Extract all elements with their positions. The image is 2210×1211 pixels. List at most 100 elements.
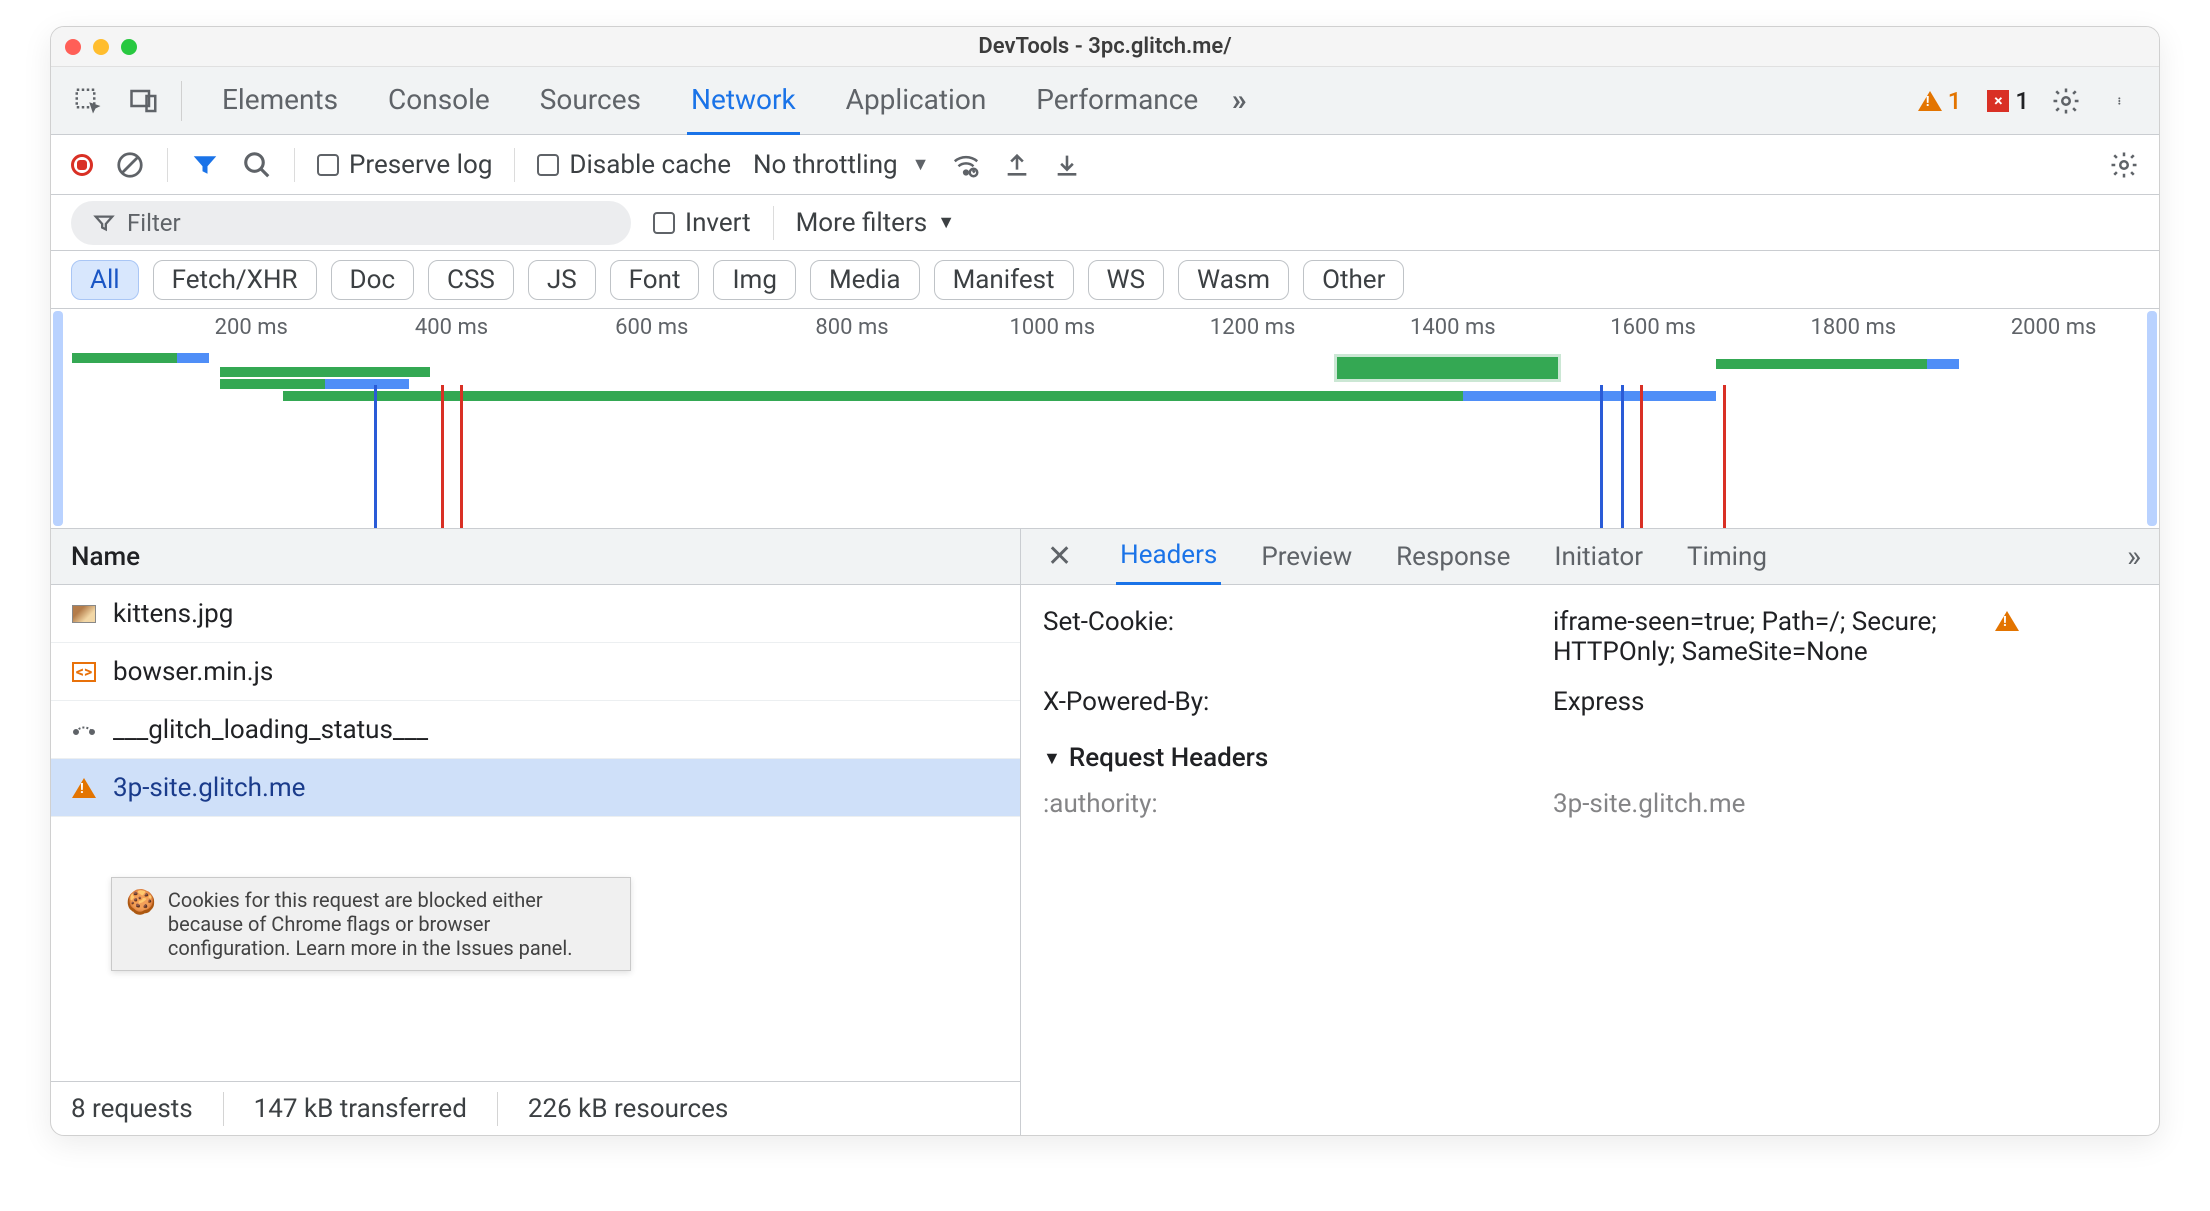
timeline-lanes [51,347,2159,528]
request-row[interactable]: kittens.jpg [51,585,1020,643]
warnings-badge[interactable]: 1 [1918,87,1962,115]
image-file-icon [71,601,97,627]
warning-icon [1995,611,2019,631]
details-tabs: ✕ Headers Preview Response Initiator Tim… [1021,529,2159,585]
type-css[interactable]: CSS [428,260,514,300]
tab-network[interactable]: Network [687,67,800,135]
warning-icon [1918,91,1942,111]
type-font[interactable]: Font [610,260,700,300]
record-button[interactable] [71,154,93,176]
header-value: iframe-seen=true; Path=/; Secure; HTTPOn… [1553,607,2019,667]
clear-button[interactable] [115,150,145,180]
search-icon[interactable] [242,150,272,180]
more-tabs-icon[interactable]: » [1220,82,1258,120]
preserve-log-label: Preserve log [349,150,492,180]
inspect-element-icon[interactable] [69,82,107,120]
more-details-tabs-icon[interactable]: » [2127,539,2141,574]
disclosure-triangle-icon: ▼ [1043,748,1061,769]
type-img[interactable]: Img [713,260,795,300]
request-list-header[interactable]: Name [51,529,1020,585]
type-ws[interactable]: WS [1088,260,1165,300]
download-har-icon[interactable] [1053,151,1081,179]
filter-row: Filter Invert More filters ▼ [51,195,2159,251]
request-name: 3p-site.glitch.me [113,773,305,803]
panel-tabs: Elements Console Sources Network Applica… [218,67,1202,135]
type-manifest[interactable]: Manifest [934,260,1074,300]
filter-icon [93,212,115,234]
cookie-icon: 🍪 [126,888,156,916]
type-wasm[interactable]: Wasm [1178,260,1289,300]
devtools-window: DevTools - 3pc.glitch.me/ Elements Conso… [50,26,2160,1136]
error-icon: × [1987,90,2009,112]
chevron-down-icon: ▼ [937,212,955,233]
settings-icon[interactable] [2047,82,2085,120]
tab-elements[interactable]: Elements [218,67,342,135]
header-row: X-Powered-By: Express [1043,677,2137,727]
filter-toggle-icon[interactable] [190,150,220,180]
type-fetch-xhr[interactable]: Fetch/XHR [153,260,317,300]
header-name: :authority: [1043,789,1513,819]
header-row: :authority: 3p-site.glitch.me [1043,779,2137,829]
kebab-menu-icon[interactable] [2103,82,2141,120]
maximize-window-button[interactable] [121,39,137,55]
type-media[interactable]: Media [810,260,920,300]
header-name: X-Powered-By: [1043,687,1513,717]
details-tab-headers[interactable]: Headers [1116,528,1221,585]
type-doc[interactable]: Doc [331,260,415,300]
summary-transferred: 147 kB transferred [254,1094,467,1124]
window-controls [65,39,137,55]
tooltip-text: Cookies for this request are blocked eit… [168,888,616,960]
request-list-panel: Name kittens.jpg <> bowser.min.js ___gli… [51,529,1021,1135]
upload-har-icon[interactable] [1003,151,1031,179]
network-toolbar: Preserve log Disable cache No throttling… [51,135,2159,195]
header-name: Set-Cookie: [1043,607,1513,667]
device-toolbar-icon[interactable] [125,82,163,120]
filter-placeholder: Filter [127,209,181,237]
throttling-value: No throttling [753,150,898,180]
tab-application[interactable]: Application [842,67,991,135]
minimize-window-button[interactable] [93,39,109,55]
websocket-icon [71,717,97,743]
tab-console[interactable]: Console [384,67,494,135]
request-summary: 8 requests 147 kB transferred 226 kB res… [51,1081,1020,1135]
header-value: 3p-site.glitch.me [1553,789,1745,819]
disable-cache-checkbox[interactable]: Disable cache [537,150,731,180]
close-details-icon[interactable]: ✕ [1039,539,1080,574]
panel-tabbar: Elements Console Sources Network Applica… [51,67,2159,135]
disable-cache-label: Disable cache [569,150,731,180]
close-window-button[interactable] [65,39,81,55]
more-filters-label: More filters [796,208,928,238]
tab-performance[interactable]: Performance [1032,67,1202,135]
type-all[interactable]: All [71,260,139,300]
warning-icon [71,775,97,801]
filter-input[interactable]: Filter [71,201,631,245]
throttling-select[interactable]: No throttling ▼ [753,150,929,180]
request-name: bowser.min.js [113,657,273,687]
js-file-icon: <> [71,659,97,685]
details-tab-preview[interactable]: Preview [1257,530,1356,584]
request-row[interactable]: <> bowser.min.js [51,643,1020,701]
request-row[interactable]: ___glitch_loading_status___ [51,701,1020,759]
preserve-log-checkbox[interactable]: Preserve log [317,150,492,180]
summary-resources: 226 kB resources [528,1094,728,1124]
request-name: kittens.jpg [113,599,233,629]
invert-checkbox[interactable]: Invert [653,208,751,238]
type-other[interactable]: Other [1303,260,1404,300]
request-name: ___glitch_loading_status___ [113,715,428,745]
timeline-overview[interactable]: 200 ms 400 ms 600 ms 800 ms 1000 ms 1200… [51,309,2159,529]
request-list: kittens.jpg <> bowser.min.js ___glitch_l… [51,585,1020,1081]
type-js[interactable]: JS [528,260,596,300]
request-row[interactable]: 3p-site.glitch.me [51,759,1020,817]
chevron-down-icon: ▼ [912,154,930,175]
window-title: DevTools - 3pc.glitch.me/ [51,34,2159,59]
details-tab-initiator[interactable]: Initiator [1550,530,1647,584]
details-tab-response[interactable]: Response [1392,530,1514,584]
network-conditions-icon[interactable] [951,150,981,180]
request-headers-section[interactable]: ▼ Request Headers [1043,727,2137,779]
errors-badge[interactable]: × 1 [1987,87,2029,115]
details-tab-timing[interactable]: Timing [1683,530,1771,584]
invert-label: Invert [685,208,751,238]
network-settings-icon[interactable] [2109,150,2139,180]
tab-sources[interactable]: Sources [536,67,645,135]
more-filters-select[interactable]: More filters ▼ [796,208,955,238]
